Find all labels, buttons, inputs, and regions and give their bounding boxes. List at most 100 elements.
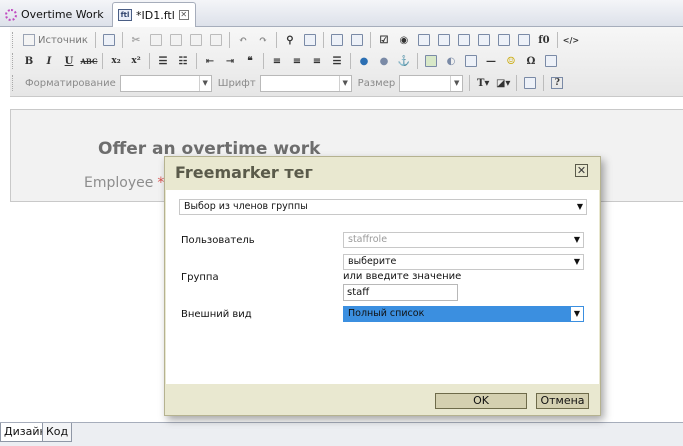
quote-icon: ❝ xyxy=(247,55,253,67)
source-button[interactable]: Источник xyxy=(19,31,92,49)
help-button[interactable]: ? xyxy=(548,74,566,92)
checkbox-icon: ☑ xyxy=(379,34,389,46)
group-value-input[interactable]: staff xyxy=(343,284,458,301)
find-button[interactable]: ⚲ xyxy=(281,31,299,49)
text-field-button[interactable] xyxy=(415,31,433,49)
preview-button[interactable] xyxy=(521,74,539,92)
strike-button[interactable]: ABC xyxy=(80,52,98,70)
paste-text-icon xyxy=(189,34,202,46)
textarea-button[interactable] xyxy=(435,31,453,49)
size-combo-label: Размер xyxy=(357,77,396,89)
copy-button[interactable] xyxy=(147,31,165,49)
smiley-button[interactable]: ☺ xyxy=(502,52,520,70)
overtime-gear-icon xyxy=(5,8,17,21)
bullet-list-button[interactable]: ☷ xyxy=(174,52,192,70)
select-all-button[interactable] xyxy=(328,31,346,49)
toolbar-row-2: B I U ABC x₂ x² ☰ ☷ ⇤ ⇥ ❝ ≡ ≡ ≡ ☰ ● ● ⚓ … xyxy=(10,50,561,72)
bg-color-button[interactable]: ◪▾ xyxy=(494,74,512,92)
tab-label: *ID1.ftl xyxy=(136,8,175,22)
outdent-icon: ⇤ xyxy=(205,55,215,67)
html-tag-button[interactable]: </> xyxy=(562,31,580,49)
font-combo[interactable]: ▼ xyxy=(259,74,352,92)
eraser-icon xyxy=(350,34,363,46)
toolbar-separator xyxy=(350,53,351,69)
new-page-button[interactable] xyxy=(100,31,118,49)
bold-button[interactable]: B xyxy=(20,52,38,70)
align-right-button[interactable]: ≡ xyxy=(308,52,326,70)
indent-button[interactable]: ⇥ xyxy=(221,52,239,70)
chevron-down-icon: ▼ xyxy=(576,202,583,211)
button-field-button[interactable] xyxy=(475,31,493,49)
table-button[interactable] xyxy=(462,52,480,70)
special-char-button[interactable]: Ω xyxy=(522,52,540,70)
strike-icon: ABC xyxy=(80,56,98,66)
ok-button[interactable]: OK xyxy=(435,393,527,409)
freemarker-icon: f0 xyxy=(538,34,550,46)
toolbar-separator xyxy=(196,53,197,69)
checkbox-field-button[interactable]: ☑ xyxy=(375,31,393,49)
freemarker-tag-button[interactable]: f0 xyxy=(535,31,553,49)
group-select[interactable]: выберите ▼ xyxy=(343,254,584,270)
view-select[interactable]: Полный список ▼ xyxy=(343,306,584,322)
select-field-button[interactable] xyxy=(455,31,473,49)
chevron-down-icon: ▼ xyxy=(450,75,462,91)
preview-icon xyxy=(524,77,537,89)
blockquote-button[interactable]: ❝ xyxy=(241,52,259,70)
radio-field-button[interactable]: ◉ xyxy=(395,31,413,49)
source-icon xyxy=(23,34,35,46)
close-tab-icon[interactable]: ✕ xyxy=(178,10,189,20)
special-char-icon: Ω xyxy=(526,55,536,67)
align-left-button[interactable]: ≡ xyxy=(268,52,286,70)
unlink-button[interactable]: ● xyxy=(375,52,393,70)
toolbar-grip[interactable] xyxy=(12,75,16,91)
justify-button[interactable]: ☰ xyxy=(328,52,346,70)
hidden-field-button[interactable] xyxy=(515,31,533,49)
text-color-button[interactable]: T▾ xyxy=(474,74,492,92)
image-button[interactable] xyxy=(422,52,440,70)
cut-button[interactable]: ✂ xyxy=(127,31,145,49)
chevron-down-icon: ▼ xyxy=(573,257,580,266)
radio-icon: ◉ xyxy=(399,34,409,46)
tab-overtime-work[interactable]: Overtime Work xyxy=(0,2,109,27)
page-break-button[interactable] xyxy=(542,52,560,70)
toolbar-grip[interactable] xyxy=(12,32,16,48)
undo-button[interactable]: ↶ xyxy=(234,31,252,49)
binoculars-icon: ⚲ xyxy=(286,34,294,46)
italic-button[interactable]: I xyxy=(40,52,58,70)
ftl-file-icon: ftl xyxy=(118,9,132,21)
toolbar-separator xyxy=(263,53,264,69)
smiley-icon: ☺ xyxy=(506,55,516,67)
toolbar-grip[interactable] xyxy=(12,53,16,69)
cancel-button[interactable]: Отмена xyxy=(536,393,589,409)
table-icon xyxy=(465,55,477,67)
redo-button[interactable]: ↷ xyxy=(254,31,272,49)
paste-text-button[interactable] xyxy=(187,31,205,49)
toolbar-separator xyxy=(102,53,103,69)
subscript-button[interactable]: x₂ xyxy=(107,52,125,70)
link-button[interactable]: ● xyxy=(355,52,373,70)
horizontal-rule-button[interactable]: — xyxy=(482,52,500,70)
outdent-button[interactable]: ⇤ xyxy=(201,52,219,70)
numbered-list-button[interactable]: ☰ xyxy=(154,52,172,70)
anchor-button[interactable]: ⚓ xyxy=(395,52,413,70)
close-icon[interactable]: ✕ xyxy=(575,164,588,177)
underline-button[interactable]: U xyxy=(60,52,78,70)
paste-word-button[interactable] xyxy=(207,31,225,49)
user-label: Пользователь xyxy=(181,235,255,246)
code-tag-icon: </> xyxy=(562,35,580,45)
image-button-button[interactable] xyxy=(495,31,513,49)
flash-button[interactable]: ◐ xyxy=(442,52,460,70)
align-right-icon: ≡ xyxy=(312,55,322,67)
toolbar-separator xyxy=(322,32,324,48)
format-combo[interactable]: ▼ xyxy=(119,74,212,92)
remove-format-button[interactable] xyxy=(348,31,366,49)
replace-button[interactable] xyxy=(301,31,319,49)
user-select[interactable]: staffrole ▼ xyxy=(343,232,584,248)
tab-code[interactable]: Код xyxy=(42,423,73,442)
tab-id1-ftl[interactable]: ftl *ID1.ftl ✕ xyxy=(112,2,196,27)
superscript-button[interactable]: x² xyxy=(127,52,145,70)
align-center-button[interactable]: ≡ xyxy=(288,52,306,70)
size-combo[interactable]: ▼ xyxy=(399,74,464,92)
mode-select[interactable]: Выбор из членов группы ▼ xyxy=(179,199,587,215)
paste-button[interactable] xyxy=(167,31,185,49)
